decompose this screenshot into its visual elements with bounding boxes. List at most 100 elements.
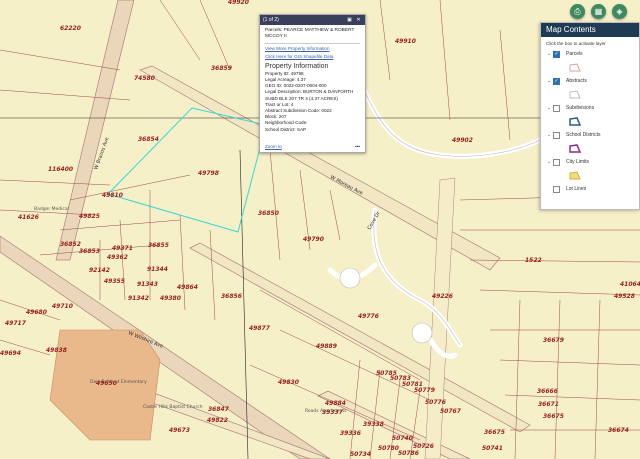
- print-icon[interactable]: ⎙: [570, 4, 585, 19]
- svg-text:49822: 49822: [207, 417, 228, 424]
- popup-field: Legal Description: BURTON & DANFORTH: [265, 89, 354, 95]
- layer-swatch: [541, 140, 639, 157]
- gis-shapefile-link[interactable]: Click Here for GIS Shapefile Data: [265, 54, 360, 60]
- svg-text:49864: 49864: [177, 284, 198, 291]
- svg-text:49830: 49830: [278, 379, 299, 386]
- svg-text:49694: 49694: [0, 350, 21, 357]
- panel-title: Map Contents: [541, 23, 639, 37]
- cul-de-sac: [411, 322, 433, 344]
- svg-text:49790: 49790: [303, 236, 324, 243]
- svg-text:36675: 36675: [543, 413, 564, 420]
- svg-text:49380: 49380: [160, 295, 181, 302]
- svg-text:91342: 91342: [128, 295, 149, 302]
- map-contents-panel[interactable]: Map Contents Click the box to activate l…: [540, 22, 640, 210]
- svg-text:91343: 91343: [137, 281, 158, 288]
- layer-label: Abstracts: [566, 78, 587, 84]
- svg-text:50786: 50786: [398, 450, 419, 457]
- svg-text:49902: 49902: [452, 137, 473, 144]
- svg-text:39338: 39338: [363, 421, 384, 428]
- svg-text:50767: 50767: [440, 408, 462, 415]
- layer-swatch: [541, 167, 639, 184]
- basemap-grid-icon[interactable]: ▦: [591, 4, 606, 19]
- layer-city-limits[interactable]: ⌄ City Limits: [541, 157, 639, 167]
- svg-text:49717: 49717: [5, 320, 27, 327]
- layer-swatch: [541, 59, 639, 76]
- svg-text:Castle Hills Baptist Church: Castle Hills Baptist Church: [143, 404, 203, 410]
- layer-swatch: [541, 86, 639, 103]
- layers-icon[interactable]: ◈: [612, 4, 627, 19]
- popup-dock-icon[interactable]: ▣: [346, 17, 353, 24]
- layer-checkbox[interactable]: [553, 104, 560, 112]
- popup-section-title: Property Information: [265, 62, 329, 70]
- svg-text:36852: 36852: [60, 241, 81, 248]
- layer-label: School Districts: [566, 132, 601, 138]
- popup-title: Parcels: PEARCE MATTHEW & ROBERT MCCOY I…: [265, 28, 355, 40]
- svg-text:36847: 36847: [208, 406, 230, 413]
- zoom-to-link[interactable]: Zoom to: [265, 144, 282, 149]
- panel-hint: Click the box to activate layer: [546, 41, 606, 46]
- svg-text:49920: 49920: [228, 0, 249, 6]
- svg-text:62220: 62220: [60, 25, 81, 32]
- layer-checkbox[interactable]: [553, 158, 560, 166]
- layer-parcels[interactable]: ⌄ ✓ Parcels: [541, 49, 639, 59]
- svg-text:50779: 50779: [414, 387, 435, 394]
- svg-text:1522: 1522: [525, 257, 542, 264]
- layer-school-districts[interactable]: ⌄ School Districts: [541, 130, 639, 140]
- close-icon[interactable]: ✕: [355, 17, 362, 24]
- svg-text:49226: 49226: [432, 293, 453, 300]
- svg-text:49838: 49838: [46, 347, 67, 354]
- svg-text:Dale Fairland Elementary: Dale Fairland Elementary: [90, 379, 147, 385]
- svg-text:36675: 36675: [484, 429, 505, 436]
- parcel-info-popup[interactable]: (1 of 2) ▣ ✕ Parcels: PEARCE MATTHEW & R…: [259, 14, 366, 153]
- svg-text:50726: 50726: [413, 443, 434, 450]
- svg-text:49910: 49910: [395, 38, 416, 45]
- svg-text:36853: 36853: [79, 248, 100, 255]
- svg-text:49355: 49355: [104, 278, 125, 285]
- view-more-info-link[interactable]: View More Property Information: [265, 46, 360, 52]
- svg-text:49371: 49371: [112, 245, 133, 252]
- layer-lot-lines[interactable]: Lot Lines: [541, 184, 639, 194]
- more-options-icon[interactable]: •••: [355, 144, 360, 149]
- layer-checkbox[interactable]: ✓: [553, 77, 560, 85]
- svg-text:49810: 49810: [102, 192, 123, 199]
- layer-checkbox[interactable]: [553, 185, 560, 193]
- svg-text:92142: 92142: [89, 267, 110, 274]
- svg-text:49877: 49877: [249, 325, 271, 332]
- svg-text:50780: 50780: [378, 445, 399, 452]
- svg-text:36674: 36674: [608, 427, 629, 434]
- popup-page-indicator: (1 of 2): [263, 17, 279, 23]
- svg-text:49680: 49680: [26, 309, 47, 316]
- svg-text:49710: 49710: [52, 303, 73, 310]
- svg-text:91344: 91344: [147, 266, 168, 273]
- svg-text:36855: 36855: [148, 242, 169, 249]
- svg-text:74580: 74580: [134, 75, 155, 82]
- svg-text:39336: 39336: [340, 430, 361, 437]
- svg-text:Badger Medical: Badger Medical: [34, 206, 69, 212]
- svg-text:49825: 49825: [79, 213, 100, 220]
- layer-subdivisions[interactable]: ⌄ Subdivisions: [541, 103, 639, 113]
- svg-text:49528: 49528: [614, 293, 635, 300]
- svg-text:36854: 36854: [138, 136, 159, 143]
- layer-swatch: [541, 113, 639, 130]
- layer-abstracts[interactable]: ⌄ ✓ Abstracts: [541, 76, 639, 86]
- svg-text:49776: 49776: [358, 313, 379, 320]
- svg-text:Roads Apartments: Roads Apartments: [305, 408, 347, 414]
- layer-label: Parcels: [566, 51, 583, 57]
- svg-text:36666: 36666: [537, 388, 558, 395]
- layer-label: Lot Lines: [566, 186, 587, 192]
- svg-text:49362: 49362: [107, 254, 128, 261]
- svg-text:50740: 50740: [392, 435, 413, 442]
- layer-checkbox[interactable]: [553, 131, 560, 139]
- svg-text:116400: 116400: [48, 166, 73, 173]
- svg-text:50741: 50741: [482, 445, 503, 452]
- svg-text:36850: 36850: [258, 210, 279, 217]
- svg-text:36671: 36671: [538, 401, 559, 408]
- svg-text:49798: 49798: [198, 170, 219, 177]
- layer-checkbox[interactable]: ✓: [553, 50, 560, 58]
- svg-text:49884: 49884: [325, 400, 346, 407]
- popup-header: (1 of 2) ▣ ✕: [260, 15, 365, 25]
- svg-text:49889: 49889: [316, 343, 337, 350]
- svg-text:50776: 50776: [425, 399, 446, 406]
- svg-text:41626: 41626: [18, 214, 39, 221]
- svg-text:41064: 41064: [620, 281, 640, 288]
